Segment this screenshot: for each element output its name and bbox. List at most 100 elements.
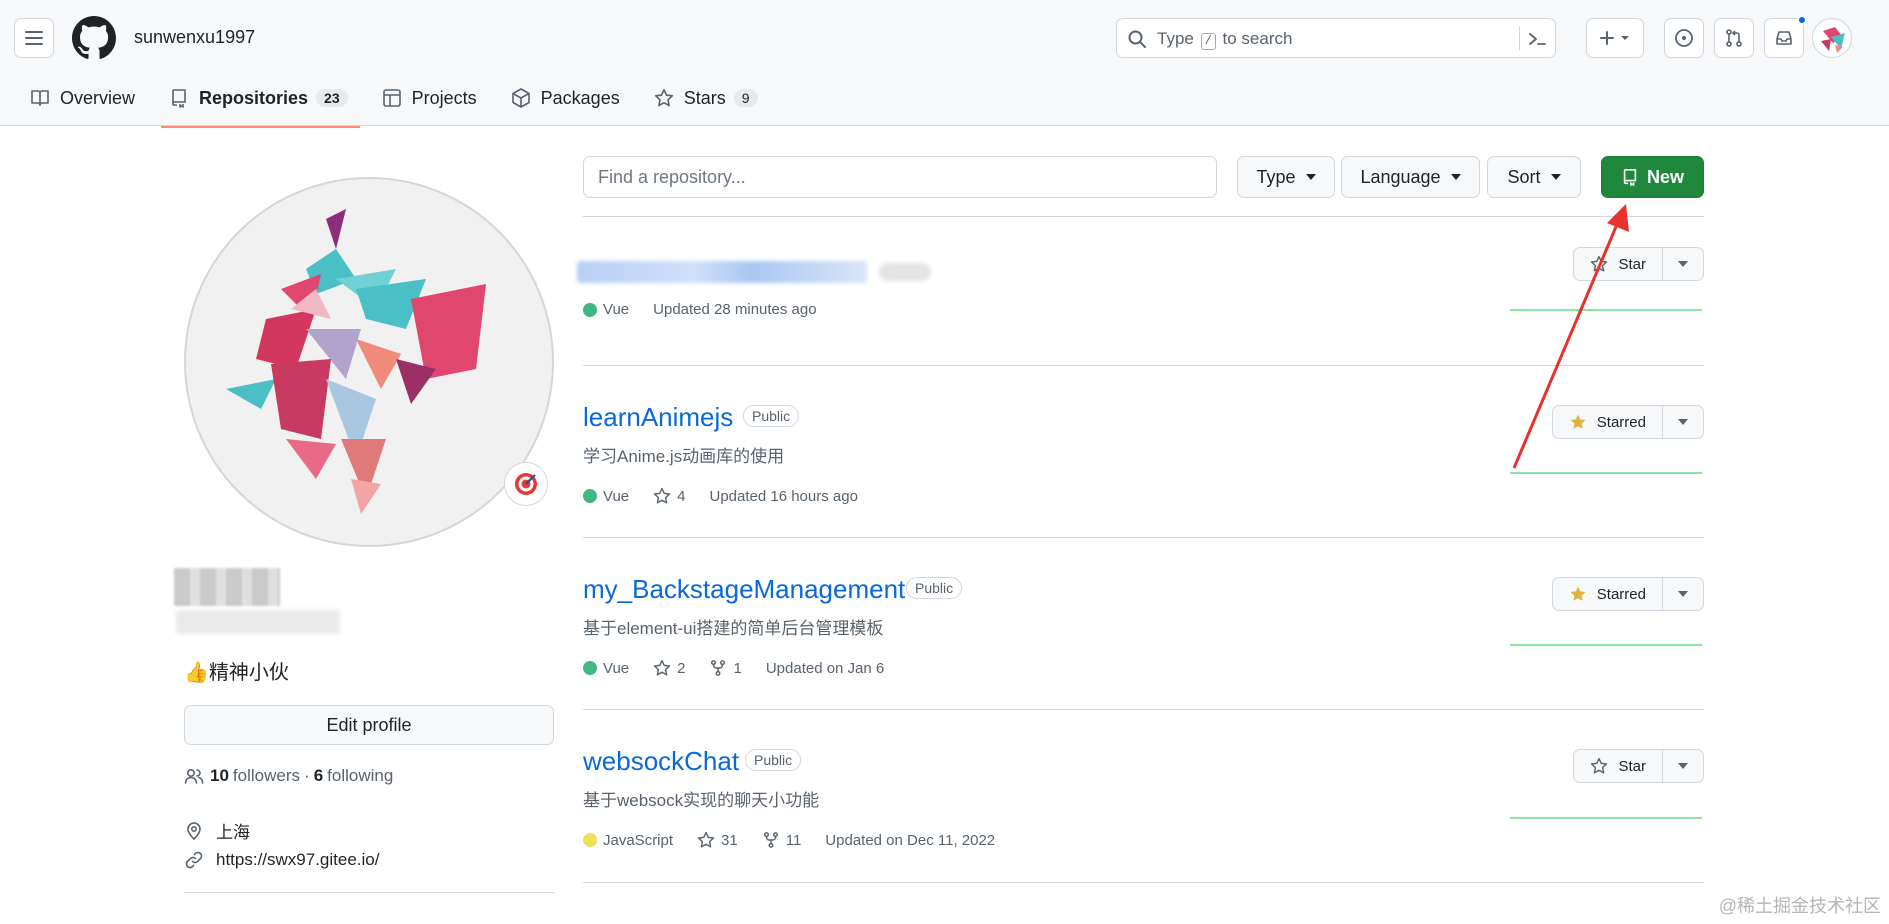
issues-button[interactable]: [1664, 18, 1704, 58]
language-color-dot: [583, 661, 597, 675]
following-link[interactable]: following: [327, 766, 393, 786]
new-repository-button[interactable]: New: [1601, 156, 1704, 198]
command-palette-icon[interactable]: [1527, 29, 1547, 49]
visibility-badge: Public: [906, 577, 963, 599]
tab-repositories-label: Repositories: [199, 87, 309, 108]
star-list-dropdown[interactable]: [1663, 248, 1703, 280]
stargazers-link[interactable]: 4: [653, 487, 685, 505]
language-label: JavaScript: [603, 831, 674, 849]
stargazers-link[interactable]: 31: [697, 831, 738, 849]
star-label: Star: [1618, 757, 1646, 775]
forks-link[interactable]: 11: [762, 831, 801, 849]
language-filter-button[interactable]: Language: [1341, 156, 1480, 198]
redacted-login: [176, 610, 340, 634]
star-list-dropdown[interactable]: [1663, 750, 1703, 782]
followers-count[interactable]: 10: [210, 766, 229, 786]
tab-packages[interactable]: Packages: [503, 82, 628, 114]
chevron-down-icon: [1550, 174, 1561, 180]
location-icon: [187, 821, 201, 840]
visibility-badge: Public: [745, 749, 802, 771]
search-suffix-text: to search: [1222, 29, 1293, 48]
inbox-button[interactable]: [1764, 15, 1807, 58]
unstar-button[interactable]: Starred: [1553, 406, 1663, 438]
inbox-icon: [1776, 31, 1792, 45]
profile-tabs: Overview Repositories 23 Projects Packag…: [22, 82, 784, 128]
stars-count-badge: 9: [733, 89, 758, 107]
star-label: Starred: [1596, 585, 1646, 603]
star-icon: [1591, 255, 1608, 272]
package-icon: [511, 88, 530, 108]
tab-repositories[interactable]: Repositories 23: [161, 82, 360, 128]
updated-time: Updated 16 hours ago: [709, 487, 858, 505]
watermark: @稀土掘金技术社区: [1718, 896, 1881, 916]
star-button-group: Starred: [1551, 577, 1704, 611]
type-filter-button[interactable]: Type: [1237, 156, 1335, 198]
star-count: 2: [677, 659, 686, 677]
unstar-button[interactable]: Starred: [1553, 578, 1663, 610]
chevron-down-icon: [1678, 591, 1688, 597]
language-filter-label: Language: [1360, 166, 1441, 187]
star-icon: [653, 487, 671, 504]
tab-projects-label: Projects: [411, 87, 477, 108]
search-prefix-text: Type: [1157, 29, 1194, 48]
global-search-input[interactable]: Type / to search: [1116, 18, 1556, 58]
find-repository-field[interactable]: [583, 156, 1217, 198]
follow-stats: 10 followers · 6 following: [184, 766, 393, 786]
star-icon: [697, 831, 715, 848]
forks-link[interactable]: 1: [709, 659, 742, 677]
repo-name-link[interactable]: learnAnimejs: [583, 402, 733, 433]
website-link[interactable]: https://swx97.gitee.io/: [216, 850, 379, 870]
star-button-group: Star: [1573, 749, 1704, 783]
create-new-button[interactable]: [1586, 18, 1644, 58]
sort-button[interactable]: Sort: [1487, 156, 1581, 198]
search-shortcut-key: /: [1200, 33, 1216, 50]
repo-meta: Vue Updated 28 minutes ago: [583, 301, 817, 318]
tab-stars[interactable]: Stars 9: [646, 82, 766, 114]
star-count: 4: [677, 487, 686, 505]
star-list-dropdown[interactable]: [1663, 578, 1703, 610]
repo-name-link[interactable]: my_BackstageManagement: [583, 574, 905, 605]
find-repository-input[interactable]: [584, 157, 1216, 197]
following-count[interactable]: 6: [314, 766, 323, 786]
edit-profile-button[interactable]: Edit profile: [184, 705, 554, 745]
star-button[interactable]: Star: [1574, 750, 1663, 782]
chevron-down-icon: [1678, 419, 1688, 425]
menu-button[interactable]: [14, 18, 54, 58]
repo-item: Vue Updated 28 minutes ago Star: [577, 217, 1704, 366]
redacted-repo-name[interactable]: [577, 261, 867, 283]
updated-time: Updated on Jan 6: [765, 659, 885, 677]
followers-link[interactable]: followers: [233, 766, 300, 786]
activity-sparkline: [1510, 644, 1702, 646]
set-status-button[interactable]: [504, 462, 548, 506]
search-icon: [1128, 30, 1146, 48]
profile-username[interactable]: sunwenxu1997: [134, 27, 255, 48]
pull-requests-button[interactable]: [1714, 18, 1754, 58]
book-icon: [31, 90, 49, 106]
user-avatar-small[interactable]: [1812, 18, 1852, 58]
tab-projects[interactable]: Projects: [374, 82, 485, 114]
star-list-dropdown[interactable]: [1663, 406, 1703, 438]
tab-overview[interactable]: Overview: [22, 82, 143, 114]
star-filled-icon: [1570, 414, 1586, 429]
target-emoji-icon: [515, 473, 537, 495]
star-button[interactable]: Star: [1574, 248, 1663, 280]
sort-label: Sort: [1507, 166, 1541, 187]
plus-caret-icon: [1600, 31, 1629, 45]
star-button-group: Starred: [1551, 405, 1704, 439]
chevron-down-icon: [1450, 174, 1461, 180]
language-label: Vue: [603, 659, 630, 677]
repo-language: Vue: [583, 301, 629, 318]
repositories-count-badge: 23: [316, 89, 348, 107]
star-icon: [653, 659, 671, 676]
redacted-visibility-badge: [879, 263, 931, 281]
github-logo-icon[interactable]: [72, 16, 116, 60]
profile-avatar[interactable]: [184, 177, 554, 547]
repo-name-link[interactable]: websockChat: [583, 746, 739, 777]
star-icon: [1591, 757, 1608, 774]
language-color-dot: [583, 302, 597, 317]
tab-overview-label: Overview: [60, 87, 136, 108]
link-icon: [185, 851, 203, 869]
fork-icon: [763, 832, 778, 848]
profile-website: https://swx97.gitee.io/: [184, 850, 379, 870]
stargazers-link[interactable]: 2: [653, 659, 685, 677]
